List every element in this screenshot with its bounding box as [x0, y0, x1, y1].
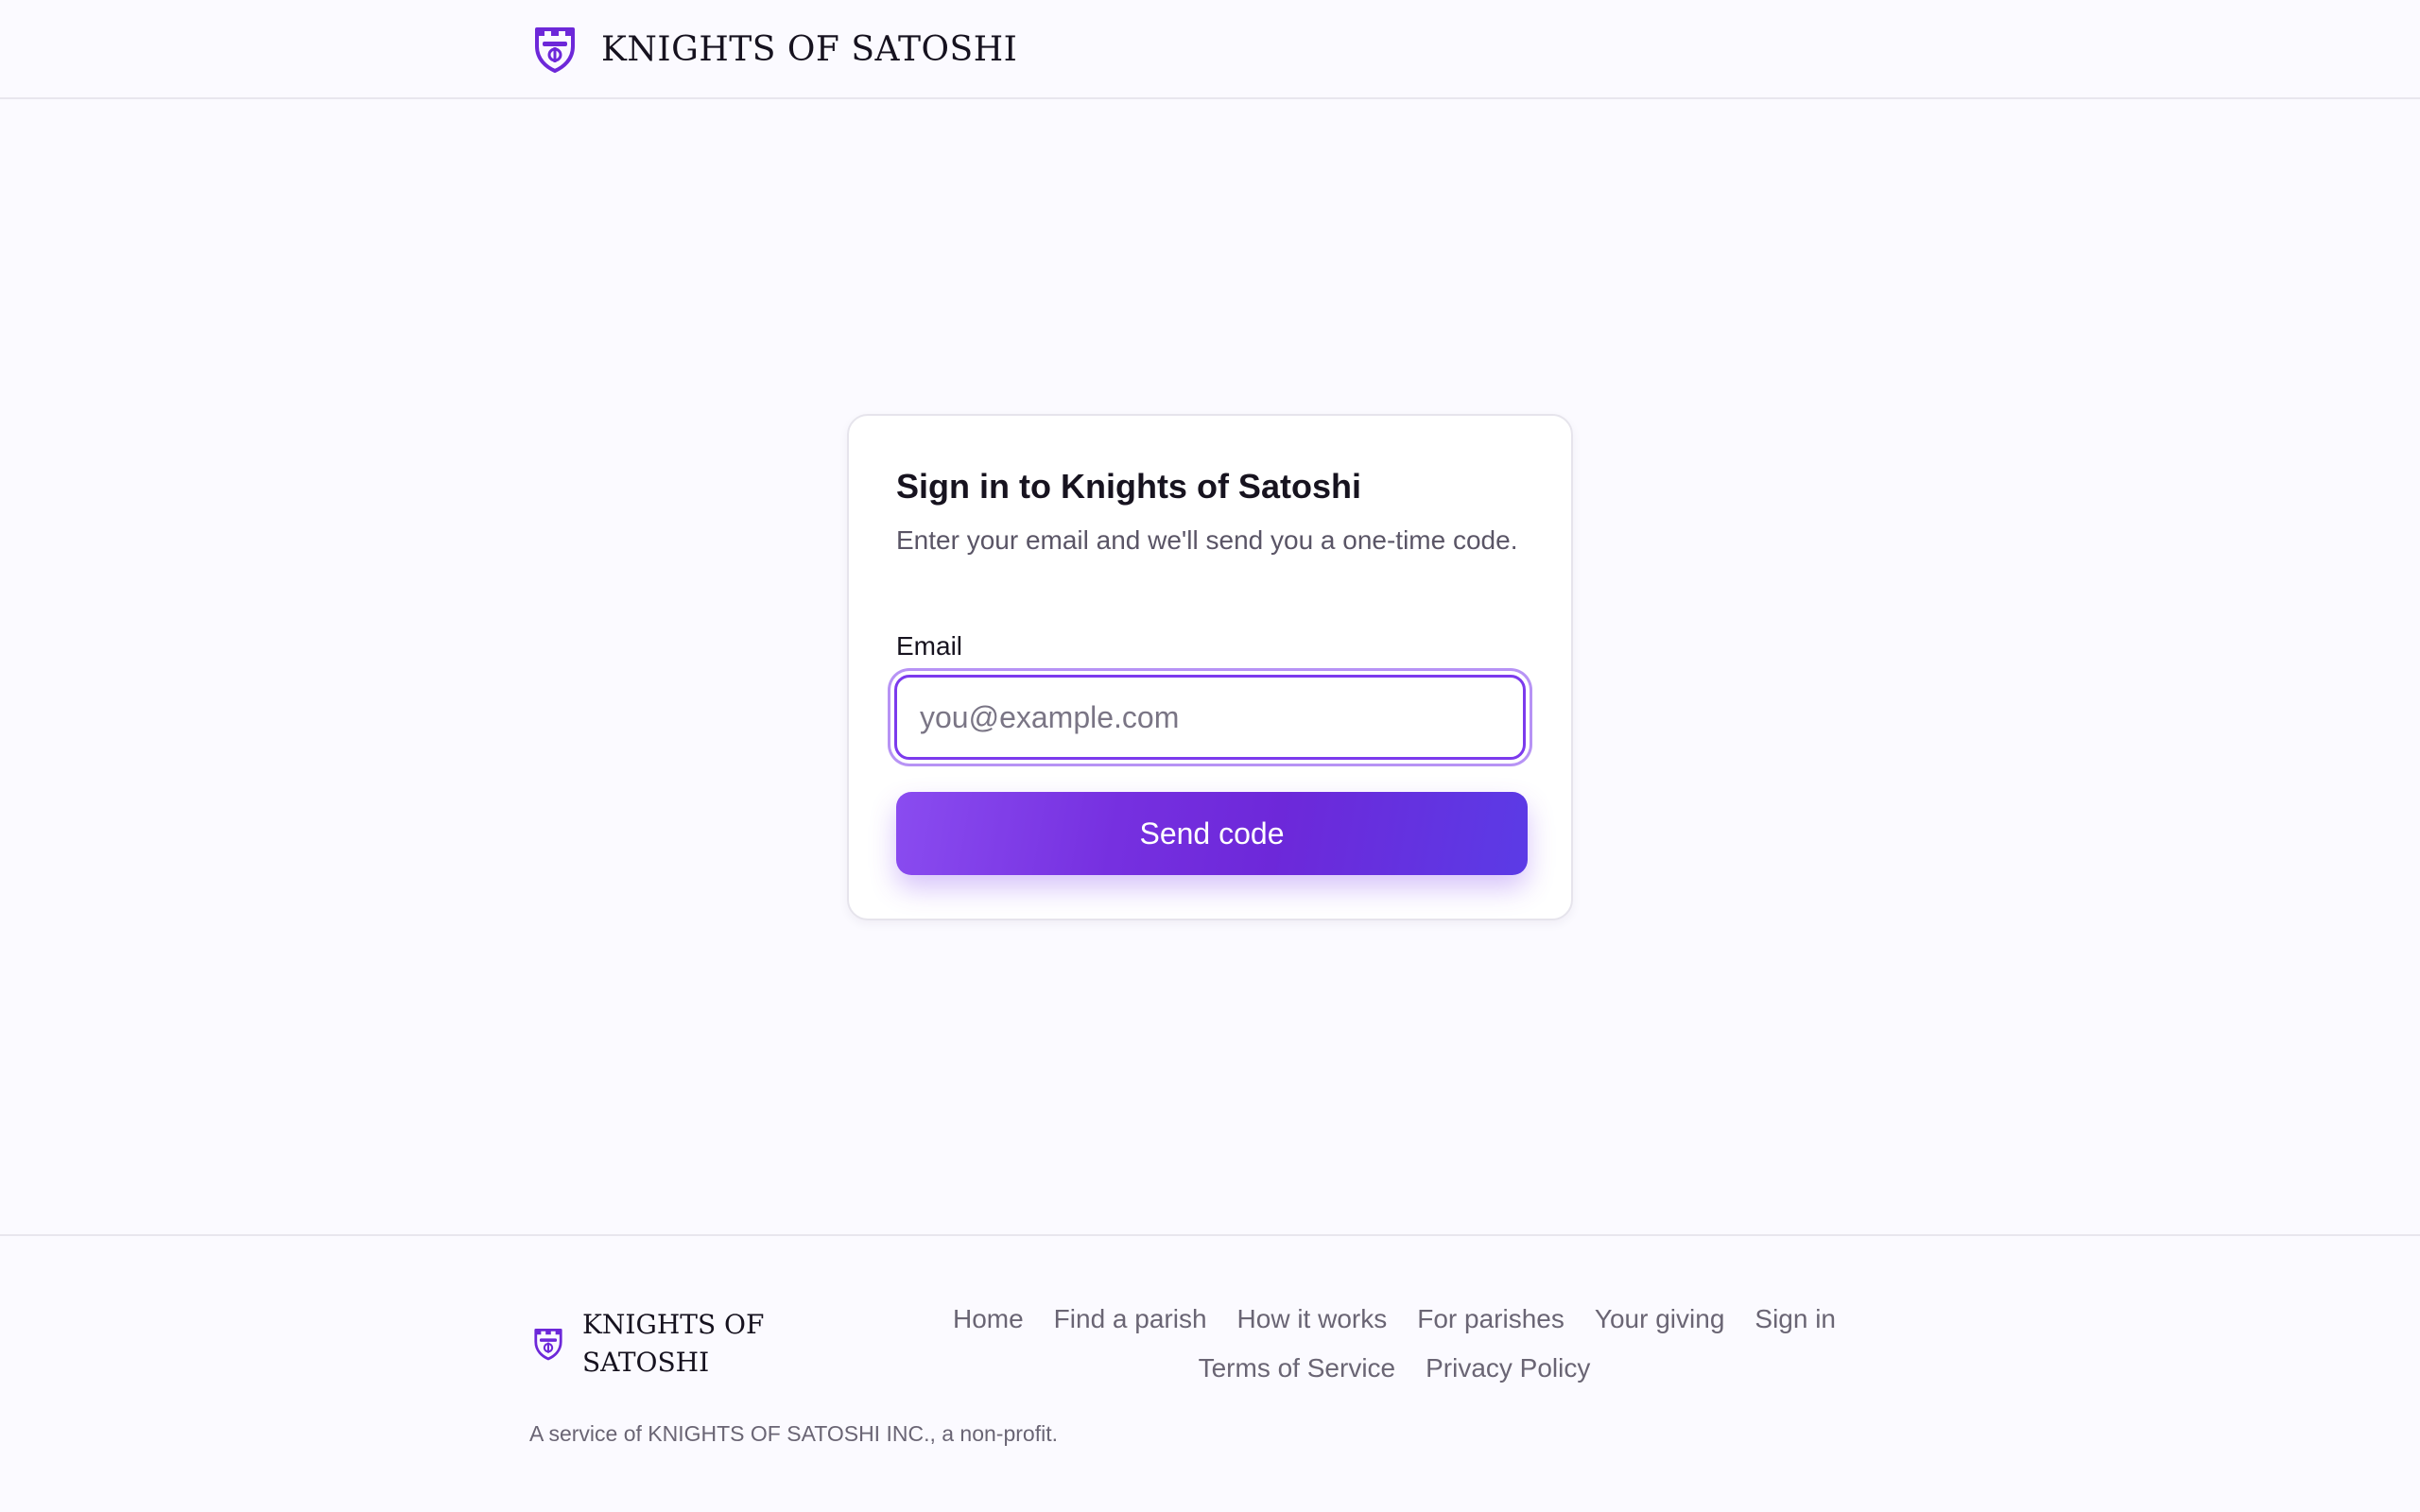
send-code-button[interactable]: Send code — [896, 792, 1528, 875]
footer-link-terms[interactable]: Terms of Service — [1199, 1349, 1396, 1387]
card-subtitle: Enter your email and we'll send you a on… — [896, 525, 1518, 555]
footer-nav: Home Find a parish How it works For pari… — [879, 1300, 1910, 1387]
footer-link-find-a-parish[interactable]: Find a parish — [1054, 1300, 1207, 1338]
email-label: Email — [896, 631, 963, 661]
signin-card: Sign in to Knights of Satoshi Enter your… — [847, 414, 1573, 920]
header-brand-link[interactable]: KNIGHTS OF SATOSHI — [533, 23, 1017, 76]
brand-title: KNIGHTS OF SATOSHI — [601, 29, 1018, 69]
footer-link-for-parishes[interactable]: For parishes — [1417, 1300, 1564, 1338]
footer-link-your-giving[interactable]: Your giving — [1595, 1300, 1725, 1338]
signin-page: KNIGHTS OF SATOSHI Sign in to Knights of… — [0, 0, 2420, 1512]
footer-link-sign-in[interactable]: Sign in — [1754, 1300, 1836, 1338]
email-field[interactable] — [894, 675, 1526, 760]
shield-icon — [534, 1329, 562, 1361]
site-header: KNIGHTS OF SATOSHI — [0, 0, 2420, 99]
card-title: Sign in to Knights of Satoshi — [896, 467, 1361, 506]
footer-link-how-it-works[interactable]: How it works — [1237, 1300, 1388, 1338]
footer-brand-link[interactable]: KNIGHTS OF SATOSHI — [533, 1306, 809, 1382]
footer-link-home[interactable]: Home — [953, 1300, 1024, 1338]
shield-icon — [535, 27, 575, 73]
footer-note: A service of KNIGHTS OF SATOSHI INC., a … — [529, 1421, 1058, 1446]
site-footer: KNIGHTS OF SATOSHI Home Find a parish Ho… — [0, 1234, 2420, 1512]
footer-brand-title: KNIGHTS OF SATOSHI — [582, 1309, 765, 1378]
footer-link-privacy[interactable]: Privacy Policy — [1426, 1349, 1590, 1387]
